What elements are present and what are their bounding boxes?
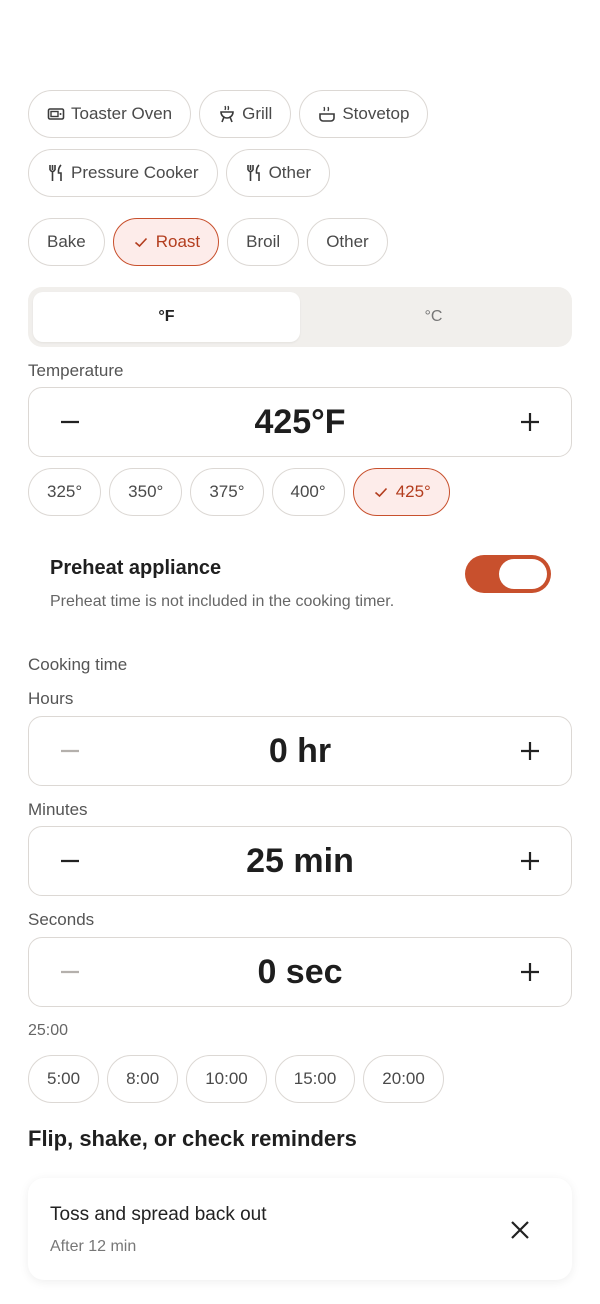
preset-label: 425°: [395, 482, 431, 501]
minutes-value: 25 min: [246, 841, 354, 880]
decrease-temperature-button[interactable]: [57, 409, 83, 435]
reminder-card: Toss and spread back out After 12 min: [28, 1178, 572, 1280]
preset-label: 20:00: [382, 1069, 425, 1088]
reminders-heading: Flip, shake, or check reminders: [28, 1126, 357, 1151]
seconds-label: Seconds: [28, 910, 95, 929]
temperature-unit-toggle: °F °C: [28, 287, 572, 347]
temperature-label: Temperature: [28, 361, 124, 380]
reminder-subtitle: After 12 min: [50, 1238, 137, 1255]
unit-celsius[interactable]: °C: [300, 292, 567, 342]
hours-value: 0 hr: [268, 731, 332, 770]
unit-fahrenheit[interactable]: °F: [33, 292, 300, 342]
method-chip-other[interactable]: Other: [307, 218, 388, 266]
time-preset-8[interactable]: 8:00: [107, 1055, 179, 1103]
appliance-label: Stovetop: [342, 104, 410, 123]
appliance-label: Pressure Cooker: [71, 163, 199, 182]
preheat-toggle[interactable]: [465, 555, 551, 593]
appliance-label: Grill: [242, 104, 273, 123]
preset-label: 375°: [209, 482, 245, 501]
temperature-preset-350[interactable]: 350°: [109, 468, 183, 516]
checkmark-icon: [372, 483, 390, 501]
increase-hours-button[interactable]: [517, 738, 543, 764]
hours-label: Hours: [28, 689, 74, 708]
appliance-chip-stovetop[interactable]: Stovetop: [299, 90, 429, 138]
plus-icon: [520, 742, 539, 760]
preheat-subtitle: Preheat time is not included in the cook…: [50, 593, 395, 610]
preset-label: 5:00: [47, 1069, 81, 1088]
minus-icon: [61, 970, 79, 974]
method-label: Roast: [155, 232, 201, 251]
checkmark-icon: [132, 233, 150, 251]
utensils-icon: [47, 164, 65, 182]
temperature-preset-375[interactable]: 375°: [190, 468, 264, 516]
seconds-value: 0 sec: [257, 952, 343, 991]
grill-icon: [218, 105, 236, 123]
hours-stepper: 0 hr: [28, 716, 572, 786]
appliance-row-1: Toaster Oven Grill Stovetop: [28, 90, 429, 138]
method-label: Other: [326, 232, 369, 251]
utensils-icon: [245, 164, 263, 182]
appliance-chip-other[interactable]: Other: [225, 149, 331, 197]
toggle-knob: [499, 559, 547, 589]
appliance-label: Toaster Oven: [71, 104, 173, 123]
appliance-label: Other: [268, 163, 312, 182]
time-preset-15[interactable]: 15:00: [274, 1055, 356, 1103]
time-preset-10[interactable]: 10:00: [186, 1055, 267, 1103]
method-chip-roast[interactable]: Roast: [112, 218, 220, 266]
plus-icon: [521, 413, 539, 431]
temperature-preset-400[interactable]: 400°: [271, 468, 345, 516]
minutes-label: Minutes: [28, 800, 88, 819]
cooking-time-label: Cooking time: [28, 655, 128, 674]
temperature-preset-425[interactable]: 425°: [352, 468, 450, 516]
preset-label: 10:00: [205, 1069, 248, 1088]
plus-icon: [521, 852, 539, 870]
minus-icon: [61, 859, 79, 863]
preset-label: 325°: [47, 482, 83, 501]
appliance-row-2: Pressure Cooker Other: [28, 149, 331, 197]
increase-seconds-button[interactable]: [517, 959, 543, 985]
appliance-chip-toaster-oven[interactable]: Toaster Oven: [28, 90, 192, 138]
time-preset-5[interactable]: 5:00: [28, 1055, 100, 1103]
reminder-title: Toss and spread back out: [50, 1204, 267, 1225]
minutes-stepper: 25 min: [28, 826, 572, 896]
toaster-oven-icon: [47, 105, 65, 123]
seconds-stepper: 0 sec: [28, 937, 572, 1007]
preset-label: 350°: [128, 482, 164, 501]
temperature-value: 425°F: [254, 402, 346, 441]
increase-temperature-button[interactable]: [517, 409, 543, 435]
temperature-preset-325[interactable]: 325°: [28, 468, 102, 516]
preset-label: 15:00: [293, 1069, 337, 1088]
preheat-title: Preheat appliance: [50, 557, 222, 579]
time-preset-20[interactable]: 20:00: [363, 1055, 444, 1103]
close-icon[interactable]: [508, 1218, 532, 1242]
plus-icon: [521, 963, 539, 981]
preset-label: 8:00: [126, 1069, 160, 1088]
decrease-minutes-button[interactable]: [57, 848, 83, 874]
decrease-seconds-button[interactable]: [57, 959, 83, 985]
time-presets: 5:00 8:00 10:00 15:00 20:00: [28, 1055, 444, 1103]
appliance-chip-pressure-cooker[interactable]: Pressure Cooker: [28, 149, 218, 197]
method-chip-bake[interactable]: Bake: [28, 218, 105, 266]
decrease-hours-button[interactable]: [57, 738, 83, 764]
method-row: Bake Roast Broil Other: [28, 218, 388, 266]
total-time: 25:00: [28, 1022, 69, 1039]
method-label: Broil: [246, 232, 281, 251]
temperature-presets: 325° 350° 375° 400° 425°: [28, 468, 450, 516]
stovetop-icon: [318, 105, 336, 123]
preset-label: 400°: [290, 482, 326, 501]
appliance-chip-grill[interactable]: Grill: [199, 90, 292, 138]
method-chip-broil[interactable]: Broil: [227, 218, 300, 266]
method-label: Bake: [47, 232, 86, 251]
cooking-setup-screen: Toaster Oven Grill Stovetop Pressure Coo…: [0, 0, 600, 1304]
minus-icon: [61, 749, 79, 753]
increase-minutes-button[interactable]: [517, 848, 543, 874]
temperature-stepper: 425°F: [28, 387, 572, 457]
minus-icon: [61, 420, 79, 424]
